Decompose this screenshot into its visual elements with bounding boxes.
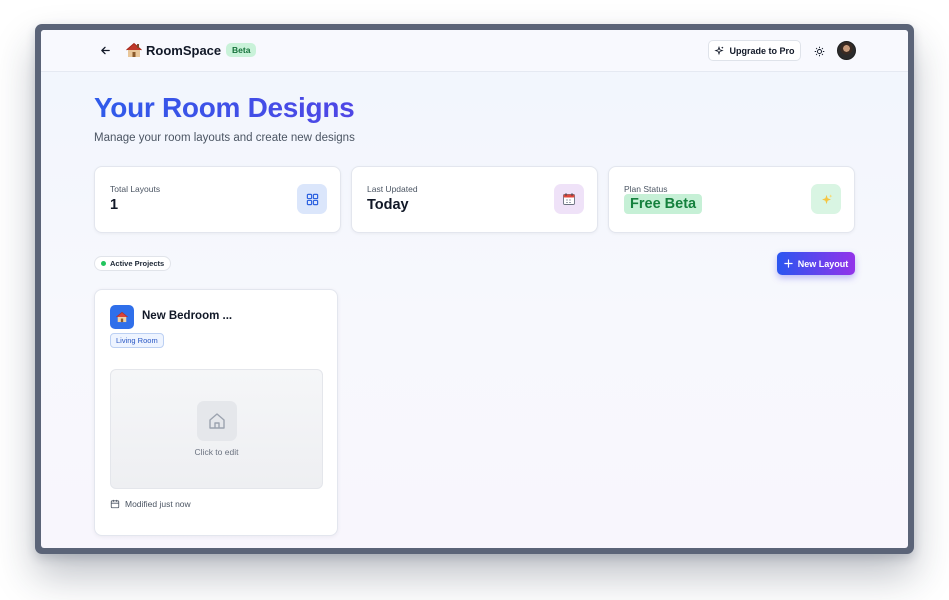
status-dot <box>101 261 106 266</box>
stat-label: Plan Status <box>624 184 668 194</box>
brand-name[interactable]: RoomSpace <box>146 43 221 58</box>
preview-icon-container <box>197 401 237 441</box>
layout-icon-container <box>110 305 134 329</box>
preview-hint: Click to edit <box>194 447 239 457</box>
new-layout-button[interactable]: New Layout <box>777 252 855 275</box>
sparkles-icon <box>714 45 725 55</box>
page-subtitle: Manage your room layouts and create new … <box>94 132 355 144</box>
top-navigation-bar: RoomSpace Beta Upgrade to Pro <box>41 30 908 72</box>
layout-card[interactable]: New Bedroom ... Living Room Click to edi… <box>94 289 338 536</box>
stat-card-last-updated: Last Updated Today <box>351 166 598 233</box>
active-projects-badge: Active Projects <box>94 256 172 271</box>
layout-title: New Bedroom ... <box>142 310 233 322</box>
sun-icon <box>814 46 824 56</box>
stat-label: Last Updated <box>367 184 418 194</box>
stat-icon-container <box>554 184 584 214</box>
theme-toggle-button[interactable] <box>811 43 827 59</box>
calendar-icon <box>563 193 575 205</box>
device-frame: RoomSpace Beta Upgrade to Pro Your Room … <box>35 24 914 554</box>
room-type-tag: Living Room <box>110 333 164 348</box>
plus-icon <box>784 259 793 268</box>
house-icon <box>116 311 128 323</box>
modified-text: Modified just now <box>125 499 191 509</box>
calendar-outline-icon <box>110 499 120 509</box>
plan-status-badge: Free Beta <box>624 194 703 214</box>
stat-icon-container <box>297 184 327 214</box>
stat-card-total-layouts: Total Layouts 1 <box>94 166 341 233</box>
app-screen: RoomSpace Beta Upgrade to Pro Your Room … <box>41 30 908 548</box>
upgrade-to-pro-button[interactable]: Upgrade to Pro <box>708 40 801 61</box>
arrow-left-icon <box>100 46 110 54</box>
grid-icon <box>306 193 318 205</box>
house-logo-icon <box>126 42 142 57</box>
active-projects-label: Active Projects <box>110 259 165 268</box>
stat-icon-container <box>811 184 841 214</box>
stat-value: 1 <box>110 197 119 213</box>
sparkles-icon <box>821 193 832 204</box>
beta-badge: Beta <box>226 43 257 57</box>
layout-preview[interactable]: Click to edit <box>110 369 323 489</box>
modified-info: Modified just now <box>110 499 191 509</box>
page-title: Your Room Designs <box>94 92 355 123</box>
home-outline-icon <box>209 413 225 429</box>
user-avatar[interactable] <box>837 41 856 60</box>
stat-value: Today <box>367 197 409 213</box>
upgrade-label: Upgrade to Pro <box>729 45 795 56</box>
stat-card-plan-status: Plan Status Free Beta <box>608 166 855 233</box>
back-button[interactable] <box>96 41 114 59</box>
stat-label: Total Layouts <box>110 184 161 194</box>
new-layout-label: New Layout <box>797 258 849 269</box>
